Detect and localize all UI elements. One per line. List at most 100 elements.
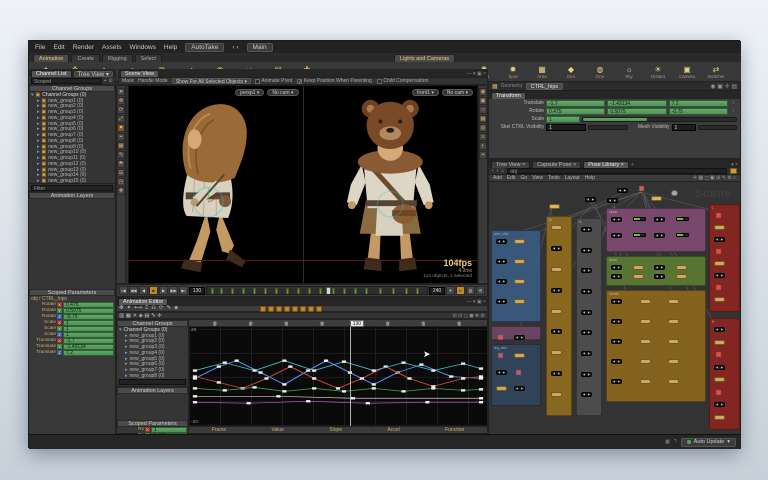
keyframe-tick[interactable] [231,288,234,295]
viewport-tool-icon[interactable]: ✦ [117,124,125,132]
tab-animation-editor[interactable]: Animation Editor [118,298,168,305]
network-node[interactable] [714,365,725,370]
shelf-light-tool[interactable]: ◍ Env [587,63,613,80]
scene-viewport[interactable]: persp1 ▾ No cam ▾ [128,85,478,284]
network-pane-tab[interactable]: Tree View × [491,161,530,168]
take-arrows[interactable]: ‹ › [232,44,238,51]
keyframe-tick[interactable] [379,288,382,295]
keyframe-tick[interactable] [242,288,245,295]
network-node[interactable] [714,261,725,266]
network-node[interactable] [651,196,662,201]
network-node[interactable] [551,350,562,355]
display-option-icon[interactable]: ☼ [479,106,487,114]
scale-slider[interactable] [582,117,737,122]
null-ctrl-node[interactable]: ✖ [714,285,723,293]
ruler-key-marker[interactable] [421,321,425,326]
network-node[interactable] [633,233,646,237]
null-ctrl-node[interactable]: ✖ [496,335,505,343]
network-node[interactable] [611,379,622,384]
network-node[interactable] [581,392,592,397]
display-option-icon[interactable]: ⌖ [479,151,487,159]
menu-item[interactable]: Assets [102,44,122,51]
network-node[interactable] [551,329,562,334]
curve-canvas[interactable]: 20 -20 [189,327,487,426]
display-option-icon[interactable]: ▦ [479,115,487,123]
shelf-light-tool[interactable]: ◆ Geo [558,63,584,80]
frame-ruler[interactable]: 130 [189,320,487,327]
network-box[interactable]: ik [576,218,602,416]
network-node[interactable] [611,217,622,222]
network-canvas[interactable]: Scene arm_ctrls✖leg_ctrls✖✖fkikspinehead… [489,182,740,434]
ruler-key-marker[interactable] [284,321,288,326]
viewport-tool-icon[interactable]: ⤢ [117,115,125,123]
anim-tool-icon[interactable]: ⌶ [145,305,148,312]
autotake-dropdown[interactable]: AutoTake [185,43,224,52]
rotate-field[interactable]: 0.5075 [607,108,666,115]
network-node[interactable] [654,217,665,222]
translate-field[interactable]: 7.2 [669,100,728,107]
network-node[interactable] [611,274,622,279]
keyframe-tick[interactable] [264,288,267,295]
network-node[interactable] [581,227,592,232]
channel-value-field[interactable]: 7.2 [63,350,114,356]
network-node[interactable] [668,299,679,304]
network-box[interactable]: leg_ctrls✖✖ [491,344,541,406]
keyframe-tick[interactable] [220,288,223,295]
key-handle-button[interactable] [268,306,274,312]
shelf-tab[interactable]: Rigging [102,54,133,62]
ladder-icon[interactable]: ↕ [730,108,737,114]
null-ctrl-node[interactable]: ✖ [714,249,723,257]
nav-fwd-icon[interactable]: › [497,168,499,174]
null-ctrl-node[interactable]: ✖ [637,186,646,194]
network-node[interactable] [581,330,592,335]
camera-select-button[interactable]: persp1 ▾ [235,89,264,96]
footer-field-label[interactable]: Value [272,427,284,433]
network-node[interactable] [668,319,679,324]
network-node[interactable] [640,319,651,324]
network-node[interactable] [714,402,725,407]
playbar-option-button[interactable]: ▥ [466,286,475,295]
node-name-field[interactable]: CTRL_hips [526,83,564,90]
keyframe-tick[interactable] [343,288,346,295]
network-node[interactable] [640,379,651,384]
network-node[interactable] [551,309,562,314]
display-option-icon[interactable]: ▣ [479,97,487,105]
network-node[interactable] [514,335,525,340]
tab-channel-list[interactable]: Channel List [31,70,72,77]
network-box[interactable]: hands [606,290,706,402]
shelf-light-tool[interactable]: ⇄ Switcher [703,63,729,80]
memory-icon[interactable]: ▦ [665,439,670,445]
null-ctrl-node[interactable]: ✖ [714,213,723,221]
network-node[interactable] [611,265,622,270]
scale-field[interactable]: 1 [546,116,580,123]
skel-vis-field[interactable]: 1 [546,124,586,131]
keyframe-tick[interactable] [308,288,311,295]
network-node[interactable] [514,279,525,284]
mesh-vis-slider[interactable] [698,125,738,130]
network-node[interactable] [676,217,689,221]
viewport-tool-icon[interactable]: ☰ [117,169,125,177]
network-node[interactable] [551,267,562,272]
transport-button[interactable]: ▶▶ [169,286,178,295]
network-node[interactable] [514,386,525,391]
graph-view-icons[interactable]: ⊞ ⊟ ◻ ◼ ✥ ⚙ [453,313,485,319]
network-node[interactable] [668,359,679,364]
scoped-channel-row[interactable]: Translate Z 7.2 [29,350,115,356]
keyframe-tick[interactable] [275,288,278,295]
network-node[interactable] [496,386,507,391]
keyframe-tick[interactable] [354,288,357,295]
viewport-tool-icon[interactable]: ◳ [117,178,125,186]
translate-field[interactable]: -1.49134 [607,100,666,107]
network-node[interactable] [668,339,679,344]
network-box[interactable]: ✖ [491,326,541,340]
display-option-icon[interactable]: ◐ [479,142,487,150]
key-handle-button[interactable] [292,306,298,312]
timeline[interactable] [206,286,428,295]
network-node[interactable] [514,353,525,358]
key-handle-button[interactable] [308,306,314,312]
transport-button[interactable]: I◀ [119,286,128,295]
viewport-front-view[interactable]: front1 ▾ No cam ▾ [304,86,478,283]
network-box[interactable]: arm_ctrls [491,230,541,322]
shelf-light-tool[interactable]: ✹ Spot [500,63,526,80]
network-node[interactable] [714,327,725,332]
